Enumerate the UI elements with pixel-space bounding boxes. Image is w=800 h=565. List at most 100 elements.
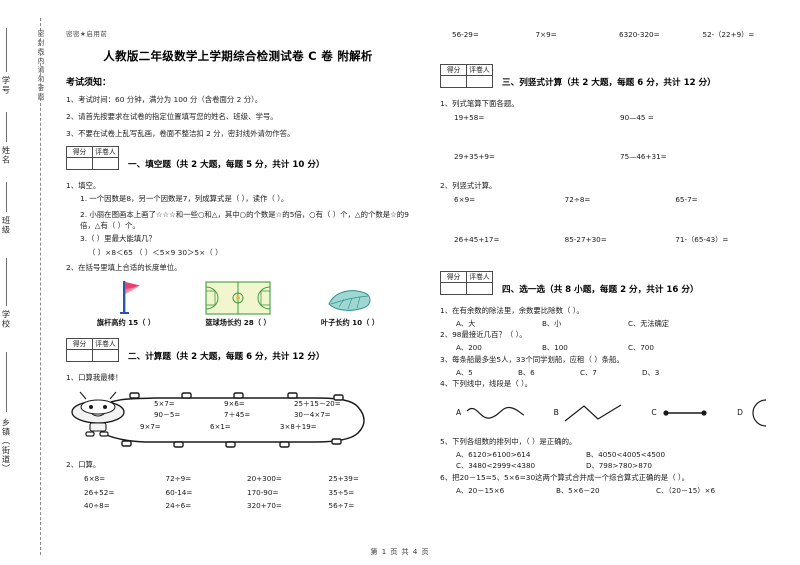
choice-option[interactable]: B、4050<4005<4500 xyxy=(586,449,716,461)
choice-options: A、20－15×6 B、5×6－20 C、（20－15）×6 xyxy=(440,485,786,497)
picture-cell-flag: 旗杆高约 15（ ） xyxy=(71,279,182,328)
worm-problem: 90－5= xyxy=(154,411,181,420)
section-four-header: 得分 评卷人 四、选一选（共 8 小题，每题 2 分，共计 16 分） xyxy=(440,270,786,301)
flag-caption: 旗杆高约 15（ ） xyxy=(96,317,156,327)
choice-option[interactable]: C、700 xyxy=(628,342,714,354)
choice-option[interactable]: B、小 xyxy=(542,318,628,330)
choice-question-stem: 2、98最接近几百？（ ）。 xyxy=(440,330,527,340)
segment-icon xyxy=(663,409,707,416)
seal-rule-5 xyxy=(6,352,7,412)
page-title: 人教版二年级数学上学期综合检测试卷 C 卷 附解析 xyxy=(103,49,373,63)
choice-option[interactable]: C、（20－15）×6 xyxy=(656,485,766,497)
sidebar-field-xiangzhen: 乡镇（街道） xyxy=(1,418,11,474)
picture-cell-leaf: 叶子长约 10（ ） xyxy=(295,279,406,328)
exam-paper-page: 学号 姓名 班级 学校 乡镇（街道） 密封线内请勿答题 密密★启用前 人教版二年… xyxy=(0,0,800,565)
sidebar-field-xuexiao: 学校 xyxy=(1,310,11,329)
line-option-c[interactable]: C xyxy=(651,402,709,424)
oral-problem: 35÷5= xyxy=(328,487,355,497)
score-input-cell[interactable] xyxy=(66,348,93,362)
polyline-icon xyxy=(564,404,622,422)
line-option-label: D xyxy=(737,408,743,418)
section-three-q2-title: 2、列竖式计算。 xyxy=(440,181,497,191)
picture-cell-court: 篮球场长约 28（ ） xyxy=(183,279,294,328)
vertical-calc-problem: 71-（65-43）= xyxy=(675,234,729,244)
choice-option[interactable]: A、5 xyxy=(456,367,518,379)
choice-option[interactable]: A、6120>6100>614 xyxy=(456,449,586,461)
choice-question-stem: 3、每条船最多坐5人，33个同学划船，应租（ ）条船。 xyxy=(440,354,624,364)
score-input-cell[interactable] xyxy=(440,74,467,88)
oral-problem: 56-29= xyxy=(452,30,479,39)
vertical-calc-grid-2: 29+35+9= 75—46+31= xyxy=(440,150,786,164)
choice-option[interactable]: C、无法确定 xyxy=(628,318,714,330)
sidebar-field-banji: 班级 xyxy=(1,216,11,235)
grader-input-cell[interactable] xyxy=(92,156,119,170)
caterpillar-calculation-graphic: 5×7= 9×6= 25＋15－20= 90－5= 7＋45= 30－4×7= … xyxy=(66,387,410,453)
caterpillar-problems: 5×7= 9×6= 25＋15－20= 90－5= 7＋45= 30－4×7= … xyxy=(140,399,364,434)
score-label: 得分 xyxy=(440,270,467,283)
choice-option[interactable]: B、5×6－20 xyxy=(556,485,656,497)
line-option-b[interactable]: B xyxy=(554,402,624,424)
line-option-label: B xyxy=(553,408,559,418)
line-option-label: A xyxy=(456,408,462,418)
choice-question-stem: 1、在有余数的除法里，余数要比除数（ ）。 xyxy=(440,305,584,315)
oral-problem: 25+39= xyxy=(328,473,359,483)
vertical-calc-problem: 65-7= xyxy=(675,195,698,205)
line-option-d[interactable]: D xyxy=(737,398,776,428)
vertical-calc-problem: 6×9= xyxy=(454,195,476,205)
choice-options: A、大 B、小 C、无法确定 xyxy=(440,318,786,330)
choice-option[interactable]: B、6 xyxy=(518,367,580,379)
exam-notice-heading: 考试须知： xyxy=(66,78,112,88)
section-three-header: 得分 评卷人 三、列竖式计算（共 2 大题，每题 6 分，共计 12 分） xyxy=(440,63,786,94)
question-1-item: 2. 小丽在图画本上画了☆☆☆和一些○和△，其中○的个数是☆的5倍，○有（ ）个… xyxy=(80,210,409,231)
choice-option[interactable]: D、3 xyxy=(642,367,704,379)
oral-problem: 6×8= xyxy=(84,473,106,483)
worm-problem: 30－4×7= xyxy=(294,411,331,420)
grader-input-cell[interactable] xyxy=(466,74,493,88)
page-footer: 第 1 页 共 4 页 xyxy=(370,548,430,556)
oral-problem: 40÷8= xyxy=(84,501,110,511)
section-three-q1-title: 1、列式笔算下面各题。 xyxy=(440,98,519,108)
line-option-a[interactable]: A xyxy=(456,402,526,424)
seal-rule-1 xyxy=(6,28,7,72)
score-input-cell[interactable] xyxy=(440,281,467,295)
vertical-calc-problem: 90—45 = xyxy=(620,112,654,122)
right-column: 56-29= 7×9= 6320-320= 52-（22+9）= 得分 评卷人 xyxy=(424,0,800,565)
oral-problem: 52-（22+9）= xyxy=(702,30,755,39)
oral-problem: 56÷7= xyxy=(328,501,355,511)
grader-input-cell[interactable] xyxy=(92,348,119,362)
choice-option[interactable]: C、7 xyxy=(580,367,642,379)
vertical-calc-grid-3: 6×9= 72÷8= 65-7= xyxy=(440,193,786,207)
score-box: 得分 评卷人 xyxy=(66,145,119,170)
choice-option[interactable]: A、大 xyxy=(456,318,542,330)
worm-problem: 7＋45= xyxy=(224,411,251,420)
worm-problem: 9×6= xyxy=(224,399,245,408)
grader-label: 评卷人 xyxy=(92,145,119,158)
choice-option[interactable]: A、200 xyxy=(456,342,542,354)
vertical-calc-problem: 85-27+30= xyxy=(564,234,607,244)
vertical-calc-problem: 72÷8= xyxy=(564,195,591,205)
choice-option[interactable]: D、798>780>870 xyxy=(586,460,716,472)
oral-problem: 7×9= xyxy=(535,30,557,39)
worm-problem: 3×8＋19= xyxy=(280,422,317,431)
vertical-calc-problem: 29+35+9= xyxy=(454,152,495,162)
choice-option[interactable]: B、100 xyxy=(542,342,628,354)
vertical-calc-problem: 26+45+17= xyxy=(454,234,500,244)
question-2-title: 2、在括号里填上合适的长度单位。 xyxy=(66,262,182,272)
section-title-two: 二、计算题（共 2 大题，每题 6 分，共计 12 分） xyxy=(128,351,325,362)
choice-option[interactable]: C、3480<2999<4380 xyxy=(456,460,586,472)
measurement-picture-row: 旗杆高约 15（ ） 篮球场长约 28（ ） 叶子长约 10（ ） xyxy=(66,279,410,328)
curved-line-icon xyxy=(466,406,525,419)
line-option-label: C xyxy=(651,408,657,418)
court-caption: 篮球场长约 28（ ） xyxy=(205,317,271,327)
paper-body: 密密★启用前 人教版二年级数学上学期综合检测试卷 C 卷 附解析 考试须知： 1… xyxy=(48,0,800,565)
score-box: 得分 评卷人 xyxy=(440,63,493,88)
section-title-three: 三、列竖式计算（共 2 大题，每题 6 分，共计 12 分） xyxy=(502,77,716,88)
oral-problem: 60-14= xyxy=(165,487,193,497)
leaf-caption: 叶子长约 10（ ） xyxy=(320,317,380,327)
grader-input-cell[interactable] xyxy=(466,281,493,295)
choice-option[interactable]: A、20－15×6 xyxy=(456,485,556,497)
score-input-cell[interactable] xyxy=(66,156,93,170)
worm-problem: 5×7= xyxy=(154,399,175,408)
choice-question-stem: 5、下列各组数的排列中，（ ）是正确的。 xyxy=(440,436,577,446)
sealed-line-sidebar: 学号 姓名 班级 学校 乡镇（街道） 密封线内请勿答题 xyxy=(0,0,48,565)
